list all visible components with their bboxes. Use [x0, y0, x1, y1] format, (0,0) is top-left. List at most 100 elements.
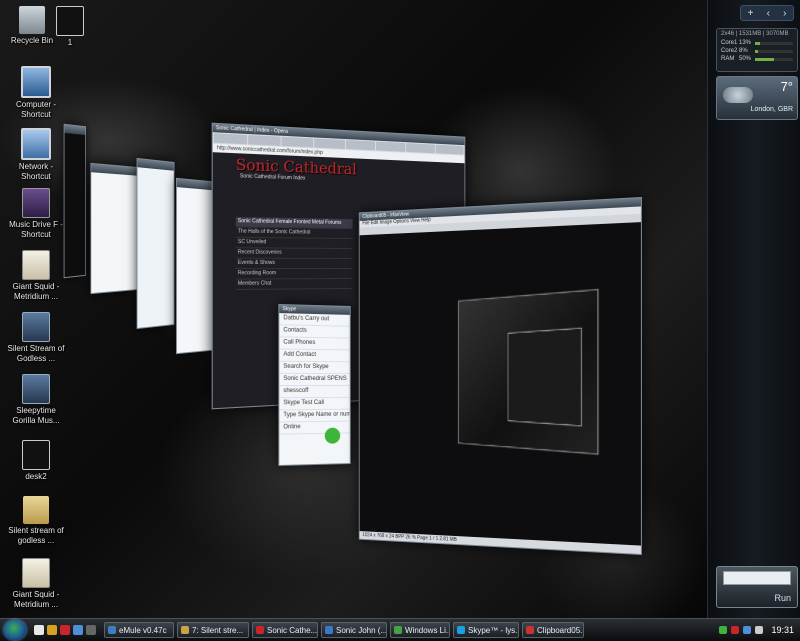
cloud-icon [723, 87, 753, 103]
computer-shortcut-icon[interactable]: Computer - Shortcut [4, 66, 68, 120]
desktop-icon-label: Network - Shortcut [4, 162, 68, 182]
skype-window[interactable]: Skype Datbu's Carry out Contacts Call Ph… [278, 304, 350, 466]
taskbar-button-windows-live[interactable]: Windows Li... [390, 622, 450, 638]
desktop-item-1[interactable]: 1 [38, 6, 102, 48]
meter-bar [755, 42, 793, 45]
giant-squid-file-icon[interactable]: Giant Squid - Metridium ... [4, 250, 68, 302]
cpu-meter-gadget[interactable]: 2x46 | 1531MB | 3070MB Core1 13% Core2 8… [716, 28, 798, 72]
cpu-meter-row: Core1 13% [717, 39, 797, 47]
silent-stream-file-icon[interactable]: Silent Stream of Godless ... [4, 312, 68, 364]
meter-name: RAM [721, 56, 739, 62]
taskbar-button-irfanview[interactable]: Clipboard05... [522, 622, 584, 638]
folder-icon [23, 496, 49, 524]
meter-bar [755, 50, 793, 53]
task-buttons: eMule v0.47c 7: Silent stre... Sonic Cat… [104, 622, 584, 638]
skype-row[interactable]: Call Phones [279, 337, 349, 350]
taskbar-button-emule[interactable]: eMule v0.47c [104, 622, 174, 638]
meter-bar [755, 58, 793, 61]
messenger-icon[interactable] [73, 625, 83, 635]
desktop-icon-label: Silent stream of godless ... [4, 526, 68, 546]
meter-value: 50% [739, 56, 755, 62]
desktop-icon-label: Computer - Shortcut [4, 100, 68, 120]
taskbar-button-media[interactable]: 7: Silent stre... [177, 622, 249, 638]
run-gadget: Run [716, 566, 798, 608]
skype-contact-list: Datbu's Carry out Contacts Call Phones A… [279, 313, 349, 435]
forum-row[interactable]: SC Unveiled [236, 238, 353, 249]
desktop-icon-label: Giant Squid - Metridium ... [4, 590, 68, 610]
windows-sidebar: + ‹ › 2x46 | 1531MB | 3070MB Core1 13% C… [707, 0, 800, 618]
irfanview-window[interactable]: Clipboard05 - IrfanView File Edit Image … [359, 197, 642, 555]
window-title [91, 164, 137, 176]
music-drive-shortcut-icon[interactable]: Music Drive F - Shortcut [4, 188, 68, 240]
desktop-icon-label: Giant Squid - Metridium ... [4, 282, 68, 302]
explorer-window[interactable] [64, 124, 86, 279]
switch-windows-icon[interactable] [86, 625, 96, 635]
skype-row[interactable]: Add Contact [279, 350, 349, 363]
desktop-icon-label: desk2 [4, 472, 68, 482]
skype-row[interactable]: shesscoff [279, 386, 349, 398]
audio-file-icon [22, 250, 50, 280]
skype-row[interactable]: Contacts [279, 325, 349, 338]
meter-fill [755, 42, 760, 45]
skype-row[interactable]: Search for Skype [279, 362, 349, 374]
taskbar-button-chat[interactable]: Sonic John (... [321, 622, 387, 638]
meter-name: Core2 [721, 48, 739, 54]
desktop-icon-label: Sleepytime Gorilla Mus... [4, 406, 68, 426]
tray-app-icon[interactable] [719, 626, 727, 634]
tray-app-icon[interactable] [731, 626, 739, 634]
show-desktop-icon[interactable] [34, 625, 44, 635]
audio-file-icon [22, 312, 50, 342]
mail-window[interactable] [90, 163, 138, 294]
prev-gadget-button[interactable]: ‹ [767, 8, 770, 19]
media-player-icon[interactable] [47, 625, 57, 635]
start-orb-icon[interactable] [4, 620, 26, 640]
window-thumbnail-icon [56, 6, 84, 36]
screenshot-preview-nested [508, 328, 582, 427]
weather-gadget[interactable]: 7° London, GBR [716, 76, 798, 120]
cpu-meter-row: RAM 50% [717, 55, 797, 63]
desk2-icon[interactable]: desk2 [4, 440, 68, 482]
system-tray: 19:31 [713, 625, 800, 635]
taskbar-button-skype[interactable]: Skype™ - lys... [453, 622, 519, 638]
giant-squid-file-icon-2[interactable]: Giant Squid - Metridium ... [4, 558, 68, 610]
network-shortcut-icon[interactable]: Network - Shortcut [4, 128, 68, 182]
network-tray-icon[interactable] [743, 626, 751, 634]
sleepytime-gorilla-file-icon[interactable]: Sleepytime Gorilla Mus... [4, 374, 68, 426]
computer-icon [21, 66, 51, 98]
call-button-icon[interactable] [325, 428, 340, 444]
weather-location: London, GBR [751, 106, 793, 113]
meter-name: Core1 [721, 40, 739, 46]
network-icon [21, 128, 51, 160]
audio-file-icon [22, 374, 50, 404]
meter-fill [755, 58, 774, 61]
skype-row[interactable]: Type Skype Name or number [279, 410, 349, 423]
messenger-window[interactable] [137, 158, 175, 329]
forum-row[interactable]: Recording Room [236, 269, 353, 280]
cpu-meter-title: 2x46 | 1531MB | 3070MB [717, 29, 797, 39]
skype-row[interactable]: Sonic Cathedral SPENS [279, 374, 349, 386]
run-button[interactable]: Run [774, 593, 791, 603]
audio-file-icon [22, 558, 50, 588]
window-thumbnail-icon [22, 440, 50, 470]
forum-row[interactable]: Members Chat [236, 279, 353, 290]
meter-fill [755, 50, 758, 53]
taskbar-button-opera[interactable]: Sonic Cathe... [252, 622, 318, 638]
volume-tray-icon[interactable] [755, 626, 763, 634]
desktop-icon-label: 1 [38, 38, 102, 48]
weather-temperature: 7° [781, 79, 793, 94]
next-gadget-button[interactable]: › [783, 8, 786, 19]
run-input[interactable] [723, 571, 791, 585]
add-gadget-button[interactable]: + [748, 8, 754, 19]
clock[interactable]: 19:31 [771, 625, 794, 635]
silent-stream-folder-icon[interactable]: Silent stream of godless ... [4, 496, 68, 546]
forum-row[interactable]: Recent Discoveries [236, 248, 353, 259]
forum-list: Sonic Cathedral Female Fronted Metal For… [236, 217, 353, 290]
meter-value: 8% [739, 48, 755, 54]
quick-launch [34, 625, 96, 635]
opera-icon[interactable] [60, 625, 70, 635]
skype-row[interactable]: Skype Test Call [279, 398, 349, 410]
cpu-meter-row: Core2 8% [717, 47, 797, 55]
desktop-icon-label: Music Drive F - Shortcut [4, 220, 68, 240]
desktop-icon-label: Silent Stream of Godless ... [4, 344, 68, 364]
forum-row[interactable]: Events & Shows [236, 259, 353, 269]
